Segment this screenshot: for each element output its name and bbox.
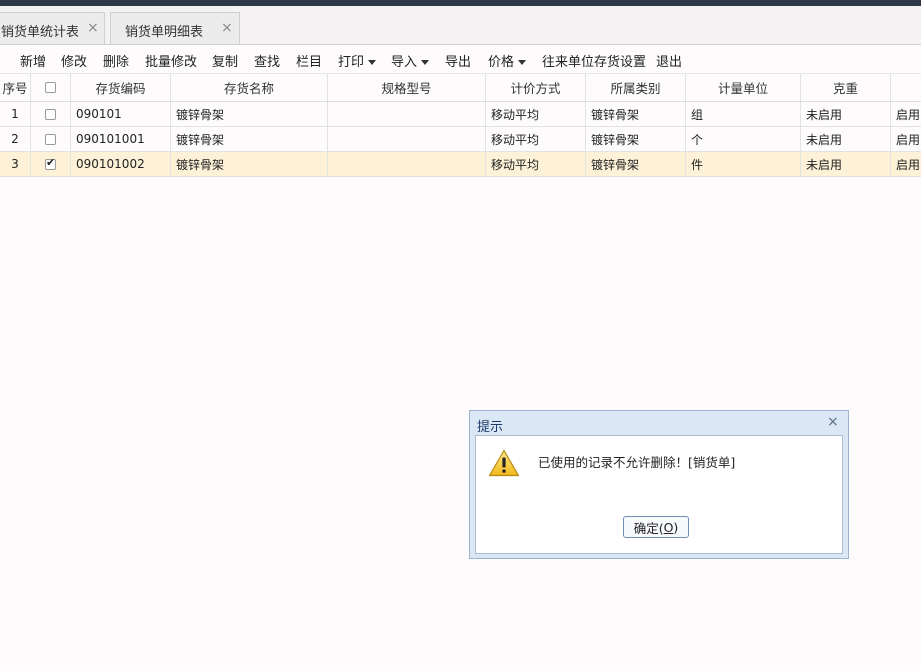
row-category: 镀锌骨架 (586, 152, 686, 176)
tab-label: 销货单明细表 (125, 25, 204, 40)
toolbar: 新增 修改 删除 批量修改 复制 查找 栏目 打印 导入 导出 价格 往来单位存… (0, 45, 921, 74)
ok-label-suffix: ) (673, 519, 679, 535)
close-icon[interactable]: × (87, 20, 99, 36)
row-checkbox[interactable] (45, 108, 56, 120)
row-spec (328, 152, 486, 176)
ok-button[interactable]: 确定(O) (623, 516, 689, 538)
row-code: 090101001 (71, 127, 171, 151)
header-seq: 序号 (0, 74, 31, 101)
header-weight[interactable]: 克重 (801, 74, 891, 101)
add-button[interactable]: 新增 (20, 51, 46, 70)
export-button[interactable]: 导出 (445, 51, 471, 70)
row-spec (328, 127, 486, 151)
dialog-title: 提示 (477, 420, 504, 435)
tab-sales-detail[interactable]: 销货单明细表 × (110, 12, 240, 44)
table-row[interactable]: 1 090101 镀锌骨架 移动平均 镀锌骨架 组 未启用 启用 (0, 102, 921, 127)
row-unit: 件 (686, 152, 801, 176)
dialog-body: 已使用的记录不允许删除！[销货单] 确定(O) (475, 435, 843, 554)
close-icon[interactable]: × (221, 20, 233, 36)
table-row[interactable]: 2 090101001 镀锌骨架 移动平均 镀锌骨架 个 未启用 启用 (0, 127, 921, 152)
ok-label-prefix: 确定( (633, 520, 664, 536)
partner-settings-button[interactable]: 往来单位存货设置 (542, 51, 646, 70)
ok-hotkey: O (663, 519, 674, 535)
row-unit: 组 (686, 102, 801, 126)
row-seq: 3 (0, 152, 31, 176)
row-checkbox-cell (31, 152, 71, 176)
header-code[interactable]: 存货编码 (71, 74, 171, 101)
warning-icon (488, 449, 520, 480)
row-category: 镀锌骨架 (586, 127, 686, 151)
columns-button[interactable]: 栏目 (296, 51, 322, 70)
tab-bar: 销货单统计表 × 销货单明细表 × (0, 6, 921, 45)
alert-dialog: 提示 × 已使用的记录不允许删除！[销货单] 确定(O) (469, 410, 849, 559)
header-spec[interactable]: 规格型号 (328, 74, 486, 101)
row-code: 090101002 (71, 152, 171, 176)
row-pricing: 移动平均 (486, 102, 586, 126)
row-checkbox[interactable] (45, 133, 56, 145)
select-all-checkbox[interactable] (45, 82, 56, 93)
row-overflow: 启用 (896, 157, 921, 172)
row-unit: 个 (686, 127, 801, 151)
row-weight: 未启用 (801, 152, 891, 176)
exit-button[interactable]: 退出 (656, 51, 682, 70)
row-seq: 2 (0, 127, 31, 151)
header-pricing[interactable]: 计价方式 (486, 74, 586, 101)
row-category: 镀锌骨架 (586, 102, 686, 126)
row-spec (328, 102, 486, 126)
row-name: 镀锌骨架 (171, 127, 328, 151)
print-menu-button[interactable]: 打印 (338, 51, 377, 70)
find-button[interactable]: 查找 (254, 51, 280, 70)
row-checkbox-cell (31, 102, 71, 126)
price-label: 价格 (488, 55, 515, 70)
row-name: 镀锌骨架 (171, 152, 328, 176)
header-checkbox-cell (31, 74, 71, 101)
header-overflow (891, 74, 921, 101)
row-seq: 1 (0, 102, 31, 126)
chevron-down-icon (368, 60, 377, 65)
row-weight: 未启用 (801, 127, 891, 151)
header-unit[interactable]: 计量单位 (686, 74, 801, 101)
close-icon[interactable]: × (827, 414, 839, 430)
dialog-message: 已使用的记录不允许删除！[销货单] (538, 455, 736, 470)
chevron-down-icon (518, 60, 527, 65)
edit-button[interactable]: 修改 (61, 51, 87, 70)
table-row-selected[interactable]: 3 090101002 镀锌骨架 移动平均 镀锌骨架 件 未启用 启用 (0, 152, 921, 177)
row-checkbox-checked[interactable] (45, 156, 56, 170)
row-weight: 未启用 (801, 102, 891, 126)
row-overflow: 启用 (896, 107, 921, 122)
row-pricing: 移动平均 (486, 127, 586, 151)
delete-button[interactable]: 删除 (103, 51, 129, 70)
row-name: 镀锌骨架 (171, 102, 328, 126)
row-checkbox-cell (31, 127, 71, 151)
import-label: 导入 (391, 55, 418, 70)
row-overflow: 启用 (896, 132, 921, 147)
row-code: 090101 (71, 102, 171, 126)
header-name[interactable]: 存货名称 (171, 74, 328, 101)
chevron-down-icon (421, 60, 430, 65)
tab-sales-summary[interactable]: 销货单统计表 × (0, 12, 105, 44)
price-menu-button[interactable]: 价格 (488, 51, 527, 70)
header-category[interactable]: 所属类别 (586, 74, 686, 101)
row-pricing: 移动平均 (486, 152, 586, 176)
print-label: 打印 (338, 55, 365, 70)
batch-edit-button[interactable]: 批量修改 (145, 51, 197, 70)
import-menu-button[interactable]: 导入 (391, 51, 430, 70)
tab-label: 销货单统计表 (1, 25, 80, 40)
copy-button[interactable]: 复制 (212, 51, 238, 70)
table-header: 序号 存货编码 存货名称 规格型号 计价方式 所属类别 计量单位 克重 (0, 74, 921, 102)
